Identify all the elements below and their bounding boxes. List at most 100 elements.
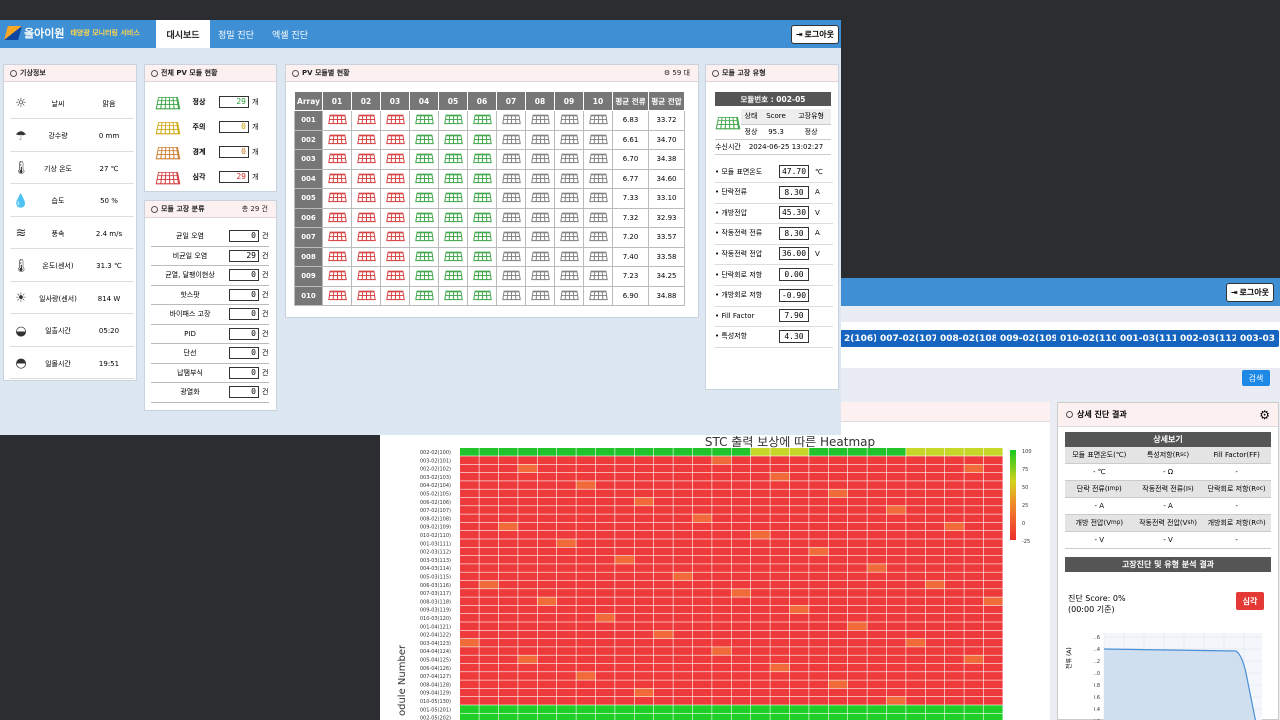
tab-excel-diagnosis[interactable]: 엑셀 진단: [262, 20, 318, 48]
module-cell[interactable]: [322, 129, 352, 150]
module-cell[interactable]: [322, 266, 352, 287]
module-cell[interactable]: [322, 246, 352, 267]
module-cell[interactable]: [467, 285, 497, 306]
module-cell[interactable]: [380, 188, 410, 209]
module-cell[interactable]: [380, 285, 410, 306]
module-cell[interactable]: [496, 285, 526, 306]
module-cell[interactable]: [322, 227, 352, 248]
module-cell[interactable]: [409, 266, 439, 287]
module-cell[interactable]: [525, 207, 555, 228]
module-cell[interactable]: [554, 227, 584, 248]
module-cell[interactable]: [438, 227, 468, 248]
module-cell[interactable]: [583, 110, 613, 131]
module-cell[interactable]: [583, 188, 613, 209]
module-cell[interactable]: [467, 207, 497, 228]
module-cell[interactable]: [351, 266, 381, 287]
module-cell[interactable]: [409, 168, 439, 189]
module-cell[interactable]: [525, 168, 555, 189]
tab-detailed-diagnosis[interactable]: 정밀 진단: [210, 20, 262, 48]
module-cell[interactable]: [409, 110, 439, 131]
module-cell[interactable]: [351, 149, 381, 170]
module-cell[interactable]: [351, 207, 381, 228]
logout-button[interactable]: ⇥ 로그아웃: [1225, 283, 1274, 302]
module-cell[interactable]: [525, 149, 555, 170]
module-cell[interactable]: [554, 149, 584, 170]
module-cell[interactable]: [351, 285, 381, 306]
module-cell[interactable]: [583, 149, 613, 170]
gear-icon[interactable]: ⚙: [1259, 408, 1270, 422]
module-cell[interactable]: [496, 207, 526, 228]
tab-dashboard[interactable]: 대시보드: [156, 20, 210, 48]
module-cell[interactable]: [467, 266, 497, 287]
module-cell[interactable]: [380, 110, 410, 131]
module-cell[interactable]: [554, 246, 584, 267]
module-cell[interactable]: [583, 168, 613, 189]
module-cell[interactable]: [467, 188, 497, 209]
module-cell[interactable]: [583, 246, 613, 267]
module-cell[interactable]: [496, 188, 526, 209]
module-cell[interactable]: [438, 149, 468, 170]
module-cell[interactable]: [409, 207, 439, 228]
module-cell[interactable]: [496, 246, 526, 267]
module-cell[interactable]: [496, 149, 526, 170]
module-cell[interactable]: [322, 188, 352, 209]
module-cell[interactable]: [438, 168, 468, 189]
module-cell[interactable]: [409, 285, 439, 306]
module-cell[interactable]: [351, 227, 381, 248]
module-cell[interactable]: [467, 129, 497, 150]
module-cell[interactable]: [409, 188, 439, 209]
search-button[interactable]: 검색: [1242, 370, 1270, 386]
module-cell[interactable]: [322, 207, 352, 228]
module-cell[interactable]: [554, 266, 584, 287]
module-cell[interactable]: [583, 285, 613, 306]
module-cell[interactable]: [525, 110, 555, 131]
module-cell[interactable]: [554, 285, 584, 306]
module-cell[interactable]: [380, 129, 410, 150]
module-cell[interactable]: [525, 129, 555, 150]
module-cell[interactable]: [525, 285, 555, 306]
module-cell[interactable]: [554, 168, 584, 189]
module-button[interactable]: 003-03: [1236, 330, 1280, 347]
logout-button[interactable]: ⇥ 로그아웃: [790, 25, 839, 44]
module-cell[interactable]: [409, 129, 439, 150]
module-cell[interactable]: [351, 188, 381, 209]
module-cell[interactable]: [525, 227, 555, 248]
module-cell[interactable]: [496, 168, 526, 189]
module-cell[interactable]: [438, 188, 468, 209]
module-cell[interactable]: [438, 207, 468, 228]
module-cell[interactable]: [438, 129, 468, 150]
module-cell[interactable]: [351, 246, 381, 267]
module-cell[interactable]: [438, 266, 468, 287]
module-cell[interactable]: [467, 227, 497, 248]
module-cell[interactable]: [409, 246, 439, 267]
module-cell[interactable]: [409, 227, 439, 248]
module-cell[interactable]: [322, 285, 352, 306]
module-cell[interactable]: [380, 168, 410, 189]
module-cell[interactable]: [525, 188, 555, 209]
module-cell[interactable]: [496, 227, 526, 248]
module-cell[interactable]: [583, 129, 613, 150]
module-cell[interactable]: [438, 285, 468, 306]
module-cell[interactable]: [467, 149, 497, 170]
module-cell[interactable]: [322, 110, 352, 131]
module-cell[interactable]: [409, 149, 439, 170]
module-cell[interactable]: [380, 266, 410, 287]
module-cell[interactable]: [467, 246, 497, 267]
module-cell[interactable]: [467, 110, 497, 131]
module-cell[interactable]: [554, 110, 584, 131]
module-cell[interactable]: [322, 149, 352, 170]
module-cell[interactable]: [525, 266, 555, 287]
module-cell[interactable]: [351, 110, 381, 131]
module-cell[interactable]: [380, 149, 410, 170]
module-cell[interactable]: [496, 129, 526, 150]
module-cell[interactable]: [525, 246, 555, 267]
module-cell[interactable]: [583, 207, 613, 228]
module-cell[interactable]: [583, 266, 613, 287]
module-cell[interactable]: [380, 207, 410, 228]
module-cell[interactable]: [438, 110, 468, 131]
module-cell[interactable]: [380, 246, 410, 267]
module-cell[interactable]: [351, 168, 381, 189]
module-cell[interactable]: [380, 227, 410, 248]
module-cell[interactable]: [467, 168, 497, 189]
module-cell[interactable]: [496, 110, 526, 131]
